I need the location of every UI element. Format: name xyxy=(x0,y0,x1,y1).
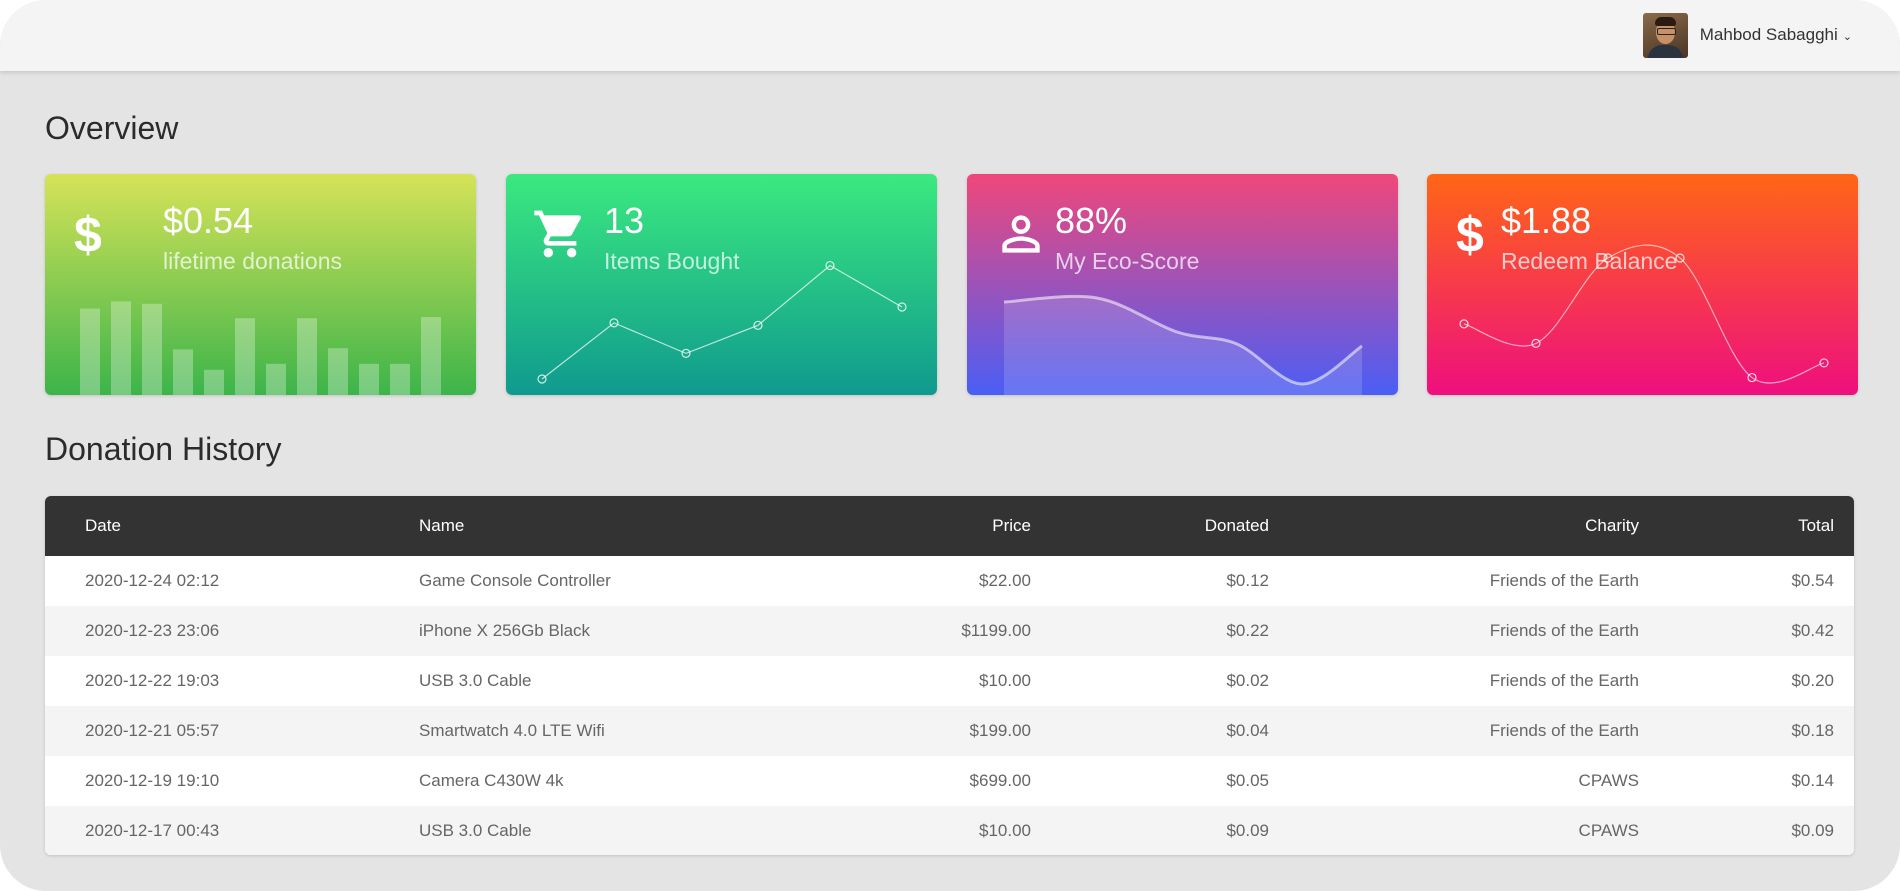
cell-charity: Friends of the Earth xyxy=(1489,671,1639,690)
sparkline-point xyxy=(1819,358,1829,368)
cell-charity: Friends of the Earth xyxy=(1489,721,1639,740)
sparkline-bar xyxy=(80,308,100,395)
sparkline-bar xyxy=(328,348,348,395)
cell-charity: CPAWS xyxy=(1578,771,1639,790)
cell-total: $0.14 xyxy=(1791,771,1834,790)
table-header-row: Date Name Price Donated Charity Total xyxy=(45,496,1854,556)
app-frame: Mahbod Sabagghi ⌄ Overview $ $0.54 lifet… xyxy=(0,0,1900,891)
redeem-curve-sparkline xyxy=(1459,244,1829,384)
table-row[interactable]: 2020-12-23 23:06 iPhone X 256Gb Black $1… xyxy=(45,606,1854,656)
column-header-total[interactable]: Total xyxy=(1639,496,1834,556)
cell-date: 2020-12-21 05:57 xyxy=(85,721,220,740)
cell-price: $1199.00 xyxy=(961,621,1031,640)
cell-date: 2020-12-24 02:12 xyxy=(85,571,220,590)
donations-card: $ $0.54 lifetime donations xyxy=(45,174,476,395)
cell-name: USB 3.0 Cable xyxy=(419,671,532,690)
items-line-sparkline xyxy=(537,260,907,384)
column-header-charity[interactable]: Charity xyxy=(1269,496,1639,556)
cell-name: iPhone X 256Gb Black xyxy=(419,621,591,640)
cell-name: Game Console Controller xyxy=(419,571,611,590)
chevron-down-icon[interactable]: ⌄ xyxy=(1843,30,1852,43)
table-row[interactable]: 2020-12-19 19:10 Camera C430W 4k $699.00… xyxy=(45,756,1854,806)
column-header-donated[interactable]: Donated xyxy=(1031,496,1269,556)
donations-bar-sparkline xyxy=(80,301,441,395)
cell-charity: Friends of the Earth xyxy=(1489,571,1639,590)
cell-total: $0.42 xyxy=(1791,621,1834,640)
sparkline-area xyxy=(1004,296,1362,395)
table-row[interactable]: 2020-12-21 05:57 Smartwatch 4.0 LTE Wifi… xyxy=(45,706,1854,756)
cell-name: USB 3.0 Cable xyxy=(419,821,532,840)
redeem-balance-card: $ $1.88 Redeem Balance xyxy=(1427,174,1858,395)
sparkline-point xyxy=(897,302,907,312)
cell-price: $699.00 xyxy=(969,771,1031,790)
sparkline-bar xyxy=(421,317,441,395)
cell-donated: $0.04 xyxy=(1226,721,1269,740)
cell-price: $10.00 xyxy=(979,671,1031,690)
sparkline-bar xyxy=(111,301,131,395)
sparkline-bar xyxy=(235,318,255,395)
sparkline-line xyxy=(541,264,903,380)
cell-total: $0.54 xyxy=(1791,571,1834,590)
cell-total: $0.09 xyxy=(1791,821,1834,840)
cell-price: $10.00 xyxy=(979,821,1031,840)
user-menu[interactable]: Mahbod Sabagghi ⌄ xyxy=(1642,12,1852,58)
cell-total: $0.20 xyxy=(1791,671,1834,690)
cell-donated: $0.12 xyxy=(1226,571,1269,590)
cell-name: Camera C430W 4k xyxy=(419,771,564,790)
cell-donated: $0.02 xyxy=(1226,671,1269,690)
eco-score-card: 88% My Eco-Score xyxy=(967,174,1398,395)
sparkline-bar xyxy=(142,303,162,395)
cell-charity: Friends of the Earth xyxy=(1489,621,1639,640)
cell-price: $199.00 xyxy=(969,721,1031,740)
table-row[interactable]: 2020-12-24 02:12 Game Console Controller… xyxy=(45,556,1854,606)
donation-history-title: Donation History xyxy=(45,431,282,467)
cell-name: Smartwatch 4.0 LTE Wifi xyxy=(419,721,605,740)
cell-date: 2020-12-23 23:06 xyxy=(85,621,220,640)
cell-charity: CPAWS xyxy=(1578,821,1639,840)
column-header-name[interactable]: Name xyxy=(419,496,719,556)
sparkline-bar xyxy=(204,369,224,395)
sparkline-bar xyxy=(173,349,193,395)
user-name[interactable]: Mahbod Sabagghi xyxy=(1700,25,1838,45)
sparkline-bar xyxy=(266,363,286,395)
cell-date: 2020-12-17 00:43 xyxy=(85,821,220,840)
sparkline-bar xyxy=(390,363,410,395)
sparkline-line xyxy=(1463,244,1825,384)
donation-history-table: Date Name Price Donated Charity Total 20… xyxy=(45,496,1854,855)
cell-date: 2020-12-22 19:03 xyxy=(85,671,220,690)
avatar[interactable] xyxy=(1642,12,1688,58)
cell-price: $22.00 xyxy=(979,571,1031,590)
sparkline-bar xyxy=(359,363,379,395)
column-header-price[interactable]: Price xyxy=(719,496,1031,556)
sparkline-bar xyxy=(297,318,317,395)
cell-donated: $0.09 xyxy=(1226,821,1269,840)
table-row[interactable]: 2020-12-22 19:03 USB 3.0 Cable $10.00 $0… xyxy=(45,656,1854,706)
top-bar: Mahbod Sabagghi ⌄ xyxy=(0,0,1900,71)
table-row[interactable]: 2020-12-17 00:43 USB 3.0 Cable $10.00 $0… xyxy=(45,806,1854,855)
cell-donated: $0.22 xyxy=(1226,621,1269,640)
cell-donated: $0.05 xyxy=(1226,771,1269,790)
overview-title: Overview xyxy=(45,110,179,146)
column-header-date[interactable]: Date xyxy=(85,496,419,556)
items-bought-card: 13 Items Bought xyxy=(506,174,937,395)
eco-area-sparkline xyxy=(1003,294,1363,395)
cell-date: 2020-12-19 19:10 xyxy=(85,771,220,790)
cell-total: $0.18 xyxy=(1791,721,1834,740)
